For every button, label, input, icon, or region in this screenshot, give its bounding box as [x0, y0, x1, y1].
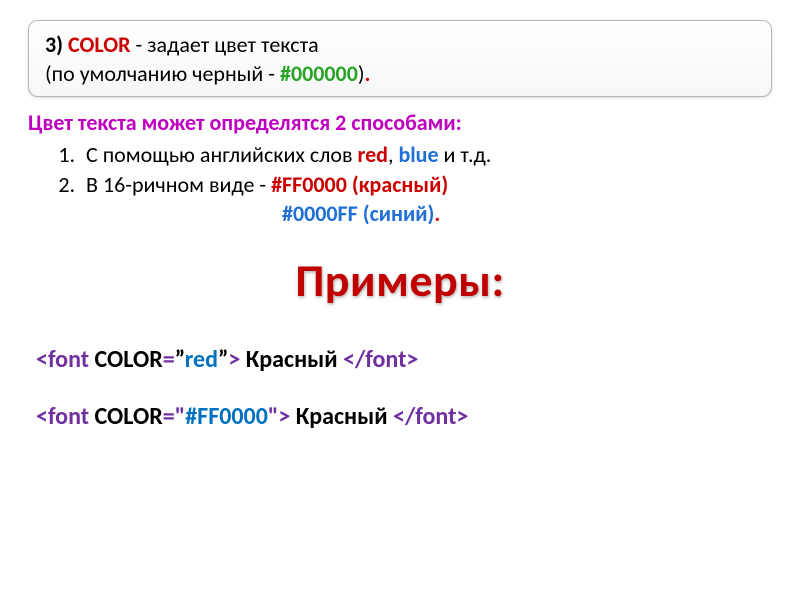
tag-close: </font> [343, 345, 418, 374]
period: . [434, 200, 440, 227]
gt: > [228, 345, 240, 374]
example-1: <font COLOR=”red”> Красный </font> [36, 345, 772, 374]
comma: , [388, 141, 398, 168]
item-number: 3) [45, 31, 68, 58]
list-item: С помощью английских слов red, blue и т.… [80, 140, 772, 170]
period: . [365, 60, 371, 87]
tag-close: </font> [393, 402, 468, 431]
paren-close: ) [358, 60, 365, 87]
content: Красный [290, 402, 393, 431]
definition-box: 3) COLOR - задает цвет текста (по умолча… [28, 20, 772, 97]
paren-open: ( [45, 60, 52, 87]
attr: COLOR [95, 345, 163, 374]
hex-red: #FF0000 (красный) [271, 171, 448, 198]
text: С помощью английских слов [86, 141, 358, 168]
quote-close: ” [218, 345, 228, 374]
definition-line-1: 3) COLOR - задает цвет текста [45, 31, 755, 60]
attr: COLOR [95, 402, 163, 431]
ways-heading: Цвет текста может определятся 2 способам… [28, 109, 772, 136]
example-2: <font COLOR="#FF0000"> Красный </font> [36, 402, 772, 431]
default-text: по умолчанию черный - [52, 60, 280, 87]
eq: = [163, 345, 175, 374]
ways-list: С помощью английских слов red, blue и т.… [28, 140, 772, 199]
value: #FF0000 [185, 402, 268, 431]
attr-name: COLOR [68, 31, 131, 58]
word-red: red [358, 141, 388, 168]
examples-title: Примеры: [28, 253, 772, 309]
eq: =" [163, 402, 185, 431]
list-item: В 16-ричном виде - #FF0000 (красный) [80, 170, 772, 200]
content: Красный [240, 345, 343, 374]
word-blue: blue [398, 141, 438, 168]
hex-blue: #0000FF (синий) [282, 200, 434, 227]
quote-open: ” [175, 345, 185, 374]
attr-desc: - задает цвет текста [131, 31, 319, 58]
gt: "> [268, 402, 290, 431]
definition-line-2: (по умолчанию черный - #000000). [45, 60, 755, 89]
tag-open: <font [36, 402, 89, 431]
hex-blue-line: #0000FF (синий). [282, 200, 772, 227]
value: red [185, 345, 218, 374]
text: В 16-ричном виде - [86, 171, 271, 198]
default-code: #000000 [280, 60, 358, 87]
tail: и т.д. [439, 141, 492, 168]
tag-open: <font [36, 345, 89, 374]
